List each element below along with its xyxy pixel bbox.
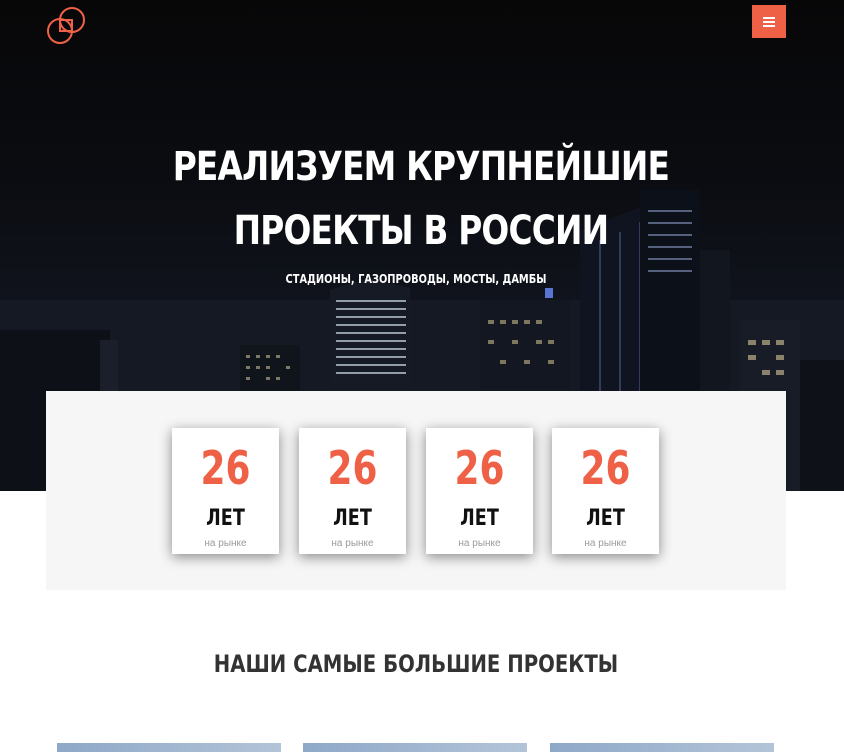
stat-card: 26 ЛЕТ на рынке	[172, 428, 279, 554]
stat-number: 26	[327, 441, 378, 495]
interlocked-squares-logo-icon[interactable]	[46, 6, 86, 46]
stat-caption: на рынке	[584, 538, 627, 549]
stat-unit: ЛЕТ	[586, 506, 625, 531]
stat-card: 26 ЛЕТ на рынке	[299, 428, 406, 554]
stats-section: 26 ЛЕТ на рынке 26 ЛЕТ на рынке 26 ЛЕТ н…	[46, 391, 786, 590]
menu-button[interactable]	[752, 5, 786, 38]
stat-caption: на рынке	[458, 538, 501, 549]
stat-caption: на рынке	[331, 538, 374, 549]
hero-subtitle: СТАДИОНЫ, ГАЗОПРОВОДЫ, МОСТЫ, ДАМБЫ	[285, 272, 547, 286]
project-thumbnail[interactable]	[303, 743, 527, 752]
projects-section-title: НАШИ САМЫЕ БОЛЬШИЕ ПРОЕКТЫ	[213, 650, 619, 678]
hero-title-line-1: РЕАЛИЗУЕМ КРУПНЕЙШИЕ	[172, 144, 670, 190]
project-thumbnail[interactable]	[550, 743, 774, 752]
hero-title: РЕАЛИЗУЕМ КРУПНЕЙШИЕ ПРОЕКТЫ В РОССИИ	[75, 135, 767, 263]
stat-number: 26	[454, 441, 505, 495]
stat-unit: ЛЕТ	[206, 506, 245, 531]
hamburger-menu-icon	[763, 16, 775, 27]
stat-unit: ЛЕТ	[333, 506, 372, 531]
project-thumbnail[interactable]	[57, 743, 281, 752]
stat-unit: ЛЕТ	[460, 506, 499, 531]
hero-title-line-2: ПРОЕКТЫ В РОССИИ	[233, 208, 609, 254]
stat-card: 26 ЛЕТ на рынке	[552, 428, 659, 554]
stat-card: 26 ЛЕТ на рынке	[426, 428, 533, 554]
stat-caption: на рынке	[204, 538, 247, 549]
stat-number: 26	[200, 441, 251, 495]
stat-number: 26	[580, 441, 631, 495]
